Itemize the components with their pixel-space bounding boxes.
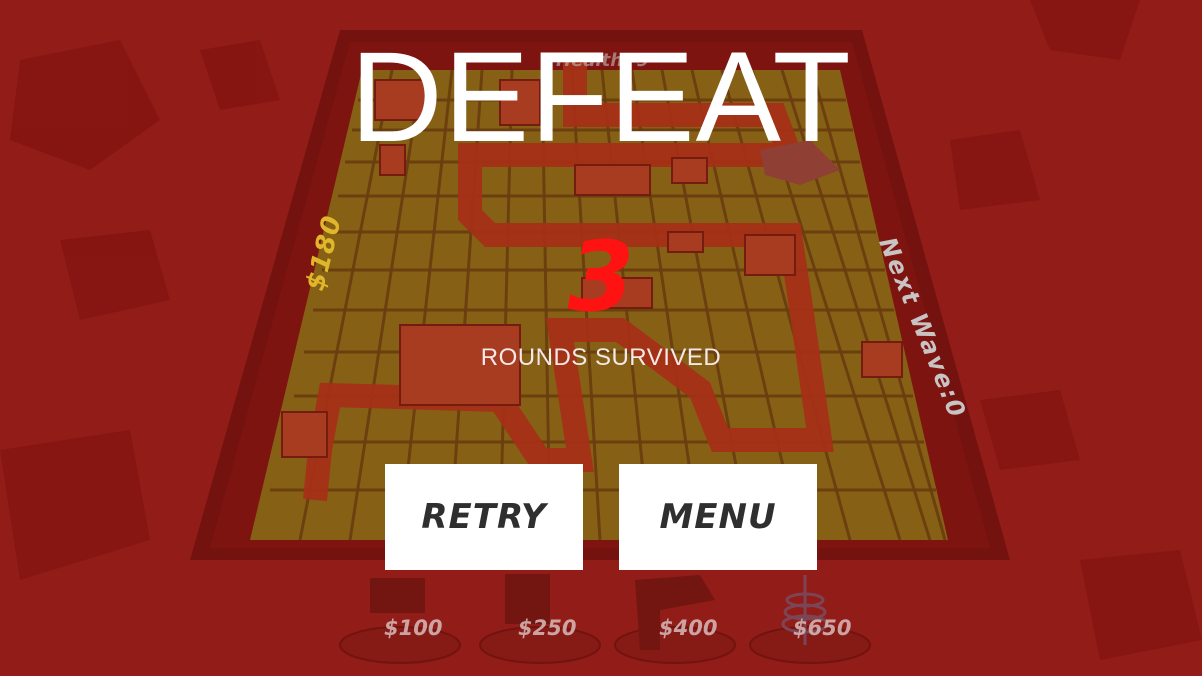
shop-item-cannon-price: $100 [384, 616, 443, 640]
shop-item-laser-price: $400 [659, 616, 718, 640]
menu-button[interactable]: MENU [619, 464, 817, 570]
shop-item-mortar-price: $250 [518, 616, 577, 640]
rounds-survived-value: 3 [567, 221, 635, 333]
retry-button[interactable]: RETRY [385, 464, 583, 570]
defeat-title: DEFEAT [350, 26, 852, 169]
shop-item-tesla-price: $650 [793, 616, 852, 640]
rounds-survived-label: ROUNDS SURVIVED [480, 344, 722, 371]
